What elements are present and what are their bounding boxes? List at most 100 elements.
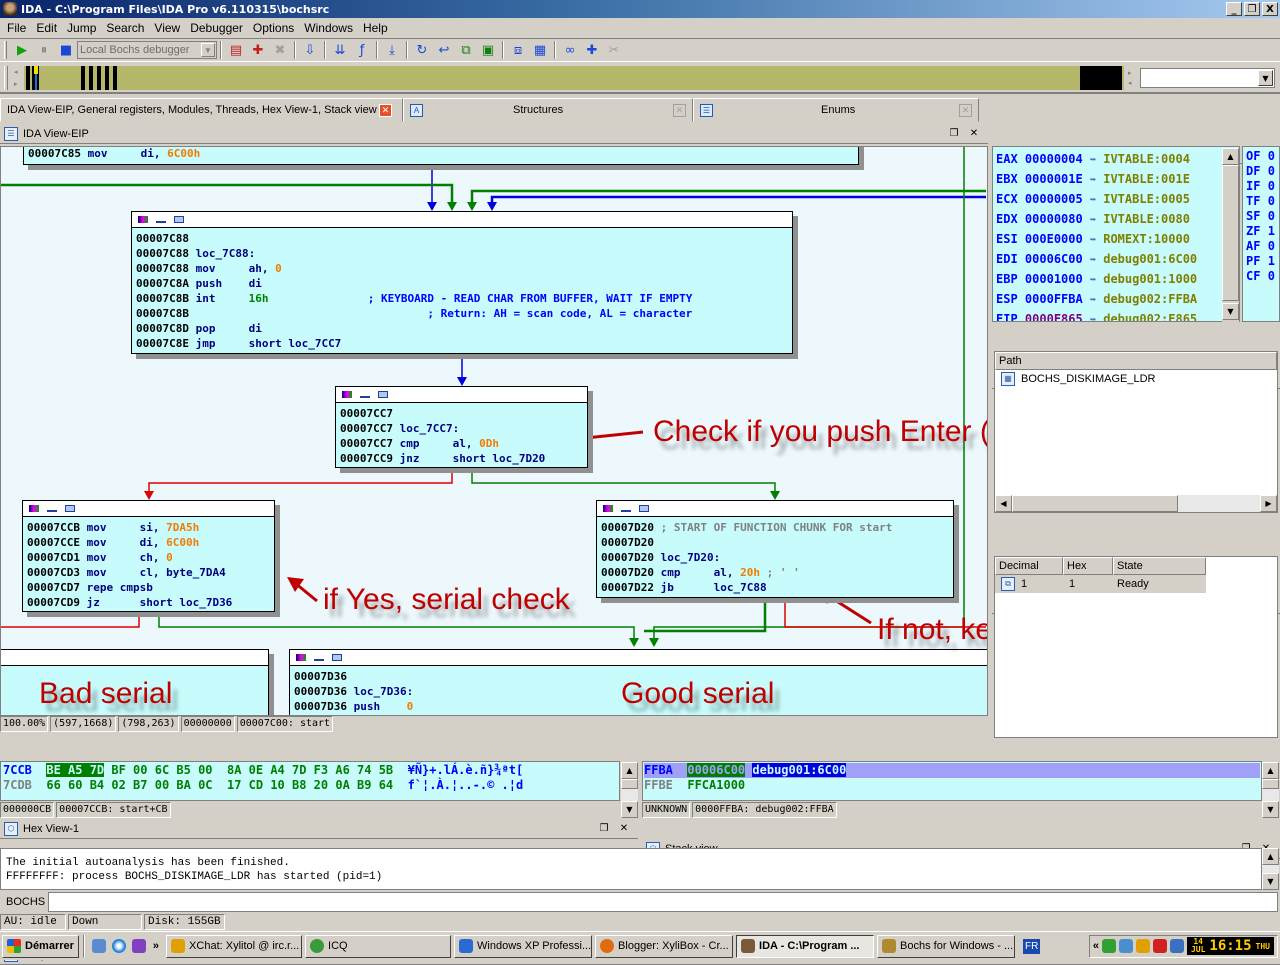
register-row[interactable]: EBP 00001000 ➥ debug001:1000 [996,270,1239,290]
taskbar-button-icq[interactable]: ICQ [305,934,452,958]
debugger-select[interactable]: Local Bochs debugger ▼ [77,41,217,59]
column-header-path[interactable]: Path [995,352,1277,370]
asm-line[interactable]: 00007CD9 jz short loc_7D36 [27,595,270,610]
close-button[interactable]: X [1262,2,1278,16]
trace-over-icon[interactable]: ↩ [435,41,453,59]
close-pane-icon[interactable]: ✕ [616,821,632,836]
threads-window-icon[interactable]: ⧈ [509,41,527,59]
scroll-down-icon[interactable]: ▼ [1262,801,1279,818]
register-row[interactable]: EDX 00000080 ➥ IVTABLE:0080 [996,210,1239,230]
scroll-thumb[interactable] [621,779,638,789]
float-pane-icon[interactable]: ❐ [946,126,962,141]
flag-row[interactable]: IF 0 [1246,179,1279,194]
scroll-thumb[interactable] [1222,165,1239,301]
watch-list-icon[interactable]: ∞ [561,41,579,59]
hex-scrollbar[interactable]: ▲ ▼ [621,762,638,819]
asm-line[interactable]: 00007CC7 cmp al, 0Dh [340,436,583,451]
quicklaunch-ie-icon[interactable] [111,939,126,953]
close-tab-icon[interactable]: ✕ [379,104,392,117]
toolbar-grip[interactable] [4,41,7,59]
taskbar-button-xchat[interactable]: XChat: Xylitol @ irc.r... [166,934,303,958]
asm-line[interactable]: 00007CD1 mov ch, 0 [27,550,270,565]
stack-dump[interactable]: FFBA 00006C00 debug001:6C00 FFBE FFCA100… [642,761,1262,801]
column-header-hex[interactable]: Hex [1063,557,1113,575]
flag-row[interactable]: DF 0 [1246,164,1279,179]
terminate-process-icon[interactable]: ■ [57,41,75,59]
scroll-thumb[interactable] [1262,779,1279,789]
registers-scrollbar[interactable]: ▲ ▼ [1222,148,1239,322]
modules-window-icon[interactable]: ▦ [531,41,549,59]
scroll-down-icon[interactable]: ▼ [1262,873,1279,890]
register-row[interactable]: EAX 00000004 ➥ IVTABLE:0004 [996,150,1239,170]
cli-language-button[interactable]: BOCHS [0,896,48,908]
asm-line[interactable]: 00007CCE mov di, 6C00h [27,535,270,550]
clock[interactable]: 14 JUL 16:15 THU [1186,937,1274,955]
tab-enums[interactable]: ☰ Enums ✕ [693,98,979,122]
run-to-return-icon[interactable]: ƒ [353,41,371,59]
delete-breakpoint-icon[interactable]: ✖ [271,41,289,59]
registers-list[interactable]: EAX 00000004 ➥ IVTABLE:0004 EBX 0000001E … [992,146,1240,322]
navigation-strip-unexplored[interactable] [1080,66,1122,90]
node-loc-7cc7[interactable]: 00007CC7 00007CC7 loc_7CC7: 00007CC7 cmp … [335,386,588,468]
asm-line[interactable]: 00007C88 loc_7C88: [136,246,788,261]
scroll-up-icon[interactable]: ▲ [1222,148,1239,165]
scroll-up-icon[interactable]: ▲ [1262,848,1279,865]
instruction-trace-icon[interactable]: ⧉ [457,41,475,59]
module-row[interactable]: ▦ BOCHS_DISKIMAGE_LDR [995,370,1277,387]
segment-combo[interactable]: ▼ [1140,68,1275,88]
hex-row[interactable]: 7CDB 66 60 B4 02 B7 00 BA 0C 17 CD 10 B8… [3,778,617,793]
scroll-right-icon[interactable]: ▶ [1260,495,1277,512]
function-trace-icon[interactable]: ▣ [479,41,497,59]
asm-line[interactable]: 00007CC9 jnz short loc_7D20 [340,451,583,466]
node-top[interactable]: 00007C85 mov di, 6C00h [23,147,859,165]
asm-line[interactable]: 00007D20 ; START OF FUNCTION CHUNK FOR s… [601,520,949,535]
command-input[interactable] [48,892,1278,912]
restore-button[interactable]: ❐ [1244,2,1260,16]
close-tab-icon[interactable]: ✕ [959,104,972,117]
close-pane-icon[interactable]: ✕ [966,126,982,141]
quicklaunch-ftp-icon[interactable] [131,939,146,953]
asm-line[interactable]: 00007C8D pop di [136,321,788,336]
scroll-up-icon[interactable]: ▲ [1262,762,1279,779]
asm-line[interactable]: 00007C8A push di [136,276,788,291]
column-header-state[interactable]: State [1113,557,1206,575]
asm-line[interactable]: 00007C8B int 16h ; KEYBOARD - READ CHAR … [136,291,788,306]
close-tab-icon[interactable]: ✕ [673,104,686,117]
modules-hscrollbar[interactable]: ◀ ▶ [995,495,1277,512]
flag-row[interactable]: PF 1 [1246,254,1279,269]
scroll-thumb[interactable] [1012,495,1178,512]
menu-options[interactable]: Options [248,21,299,35]
asm-line[interactable]: 00007CCB mov si, 7DA5h [27,520,270,535]
register-row[interactable]: EDI 00006C00 ➥ debug001:6C00 [996,250,1239,270]
flag-row[interactable]: OF 0 [1246,149,1279,164]
taskbar-button-firefox[interactable]: Blogger: XyliBox - Cr... [595,934,734,958]
tray-expand-icon[interactable]: « [1093,940,1099,952]
trace-into-icon[interactable]: ↻ [413,41,431,59]
menu-help[interactable]: Help [358,21,393,35]
node-loc-7c88[interactable]: 00007C88 00007C88 loc_7C88: 00007C88 mov … [131,211,793,354]
scroll-up-icon[interactable]: ▲ [621,762,638,779]
step-over-icon[interactable]: ⇊ [331,41,349,59]
add-watch-icon[interactable]: ✚ [583,41,601,59]
output-log[interactable]: The initial autoanalysis has been finish… [0,848,1262,890]
quicklaunch-desktop-icon[interactable] [91,939,106,953]
asm-line[interactable]: 00007C88 [136,231,788,246]
navigation-strip[interactable] [24,66,1124,90]
step-into-icon[interactable]: ⇩ [301,41,319,59]
menu-jump[interactable]: Jump [62,21,101,35]
stack-scrollbar[interactable]: ▲ ▼ [1262,762,1279,819]
menu-file[interactable]: File [2,21,31,35]
taskbar-button-bochs[interactable]: Bochs for Windows - ... [877,934,1016,958]
asm-line[interactable]: 00007C8E jmp short loc_7CC7 [136,336,788,351]
run-to-cursor-icon[interactable]: ⤓ [383,41,401,59]
language-indicator[interactable]: FR [1023,938,1041,954]
modules-list[interactable]: Path ▦ BOCHS_DISKIMAGE_LDR ◀ ▶ [994,351,1278,513]
taskbar-button-vmware[interactable]: Windows XP Professi... [454,934,593,958]
flag-row[interactable]: AF 0 [1246,239,1279,254]
asm-line[interactable]: 00007D20 cmp al, 20h ; ' ' [601,565,949,580]
hex-dump[interactable]: 7CCB BE A5 7D BF 00 6C B5 00 8A 0E A4 7D… [0,761,620,801]
tab-structures[interactable]: A Structures ✕ [403,98,693,122]
asm-line[interactable]: 00007C8B ; Return: AH = scan code, AL = … [136,306,788,321]
register-row[interactable]: ESP 0000FFBA ➥ debug002:FFBA [996,290,1239,310]
asm-line[interactable]: 00007CD7 repe cmpsb [27,580,270,595]
